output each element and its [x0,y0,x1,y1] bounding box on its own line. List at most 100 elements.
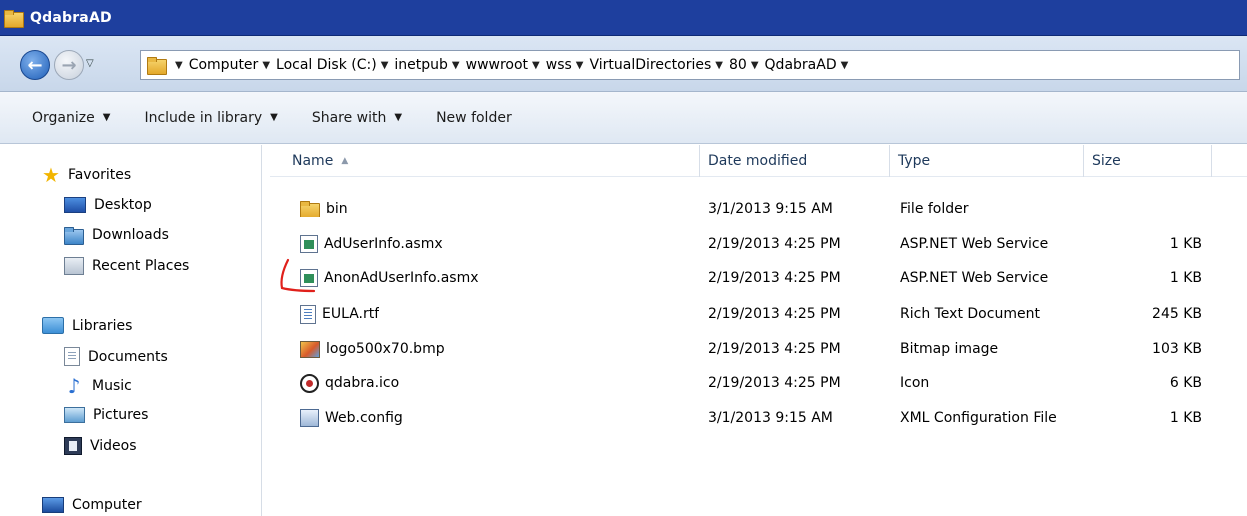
file-name: Web.config [325,410,403,426]
file-row[interactable]: Web.config 3/1/2013 9:15 AM XML Configur… [270,403,1210,433]
chevron-down-icon[interactable]: ▼ [532,60,540,71]
file-type: Icon [900,375,930,391]
nav-label: Libraries [72,317,133,334]
address-bar[interactable]: ▼ Computer ▼ Local Disk (C:) ▼ inetpub ▼ www… [140,50,1240,80]
column-header-date-modified[interactable]: Date modified [700,145,890,177]
downloads-icon [64,227,84,245]
qdabra-ico-file-icon [300,373,319,393]
file-row[interactable]: bin 3/1/2013 9:15 AM File folder [270,194,1210,224]
breadcrumb-label: wwwroot [465,57,529,73]
file-name: EULA.rtf [322,306,380,322]
file-row[interactable]: AnonAdUserInfo.asmx 2/19/2013 4:25 PM AS… [270,263,1210,293]
file-type: ASP.NET Web Service [900,236,1049,252]
breadcrumb: ▼ Computer ▼ Local Disk (C:) ▼ inetpub ▼ www… [175,57,858,73]
nav-label: Videos [90,438,137,454]
back-button[interactable]: ← [20,50,50,80]
breadcrumb-item[interactable]: ▼ inetpub [381,57,448,73]
file-size: 103 KB [1152,341,1202,357]
nav-libraries[interactable]: Libraries [42,317,132,334]
column-header-type[interactable]: Type [890,145,1084,177]
folder-icon [4,9,24,28]
file-name: qdabra.ico [325,375,400,391]
nav-downloads[interactable]: Downloads [64,227,169,245]
command-toolbar: Organize ▼ Include in library ▼ Share with… [0,92,1247,144]
nav-recent-places[interactable]: Recent Places [64,257,189,275]
star-icon: ★ [42,163,60,187]
file-date: 2/19/2013 4:25 PM [708,341,841,357]
include-in-library-label: Include in library [144,109,263,126]
computer-icon [42,497,64,513]
nav-label: Desktop [94,197,152,213]
nav-computer[interactable]: Computer [42,497,142,513]
breadcrumb-item[interactable]: ▼ 80 [715,57,747,73]
folder-icon [300,201,320,217]
nav-label: Documents [88,348,168,365]
file-type: Rich Text Document [900,306,1040,322]
window-title-bar: QdabraAD [0,0,1247,36]
breadcrumb-label: wss [545,57,572,73]
file-row[interactable]: AdUserInfo.asmx 2/19/2013 4:25 PM ASP.NE… [270,229,1210,259]
chevron-down-icon: ▼ [394,112,403,123]
recent-pages-dropdown[interactable]: ▽ [86,58,94,69]
chevron-down-icon[interactable]: ▼ [751,60,759,71]
breadcrumb-item[interactable]: ▼ wwwroot [452,57,528,73]
chevron-down-icon[interactable]: ▼ [715,60,723,71]
file-size: 1 KB [1169,410,1202,426]
nav-favorites[interactable]: ★ Favorites [42,165,131,185]
navigation-pane: ★ Favorites Desktop Downloads Recent Pla… [0,145,262,516]
file-size: 6 KB [1169,375,1202,391]
asmx-file-icon [300,235,318,253]
nav-pictures[interactable]: Pictures [64,407,148,423]
breadcrumb-item[interactable]: ▼ wss [532,57,572,73]
chevron-down-icon[interactable]: ▼ [841,60,849,71]
breadcrumb-label: inetpub [394,57,448,73]
chevron-down-icon[interactable]: ▼ [262,60,270,71]
breadcrumb-item[interactable]: ▼ QdabraAD [751,57,837,73]
file-date: 2/19/2013 4:25 PM [708,270,841,286]
file-type: XML Configuration File [900,410,1057,426]
column-header-label: Date modified [708,153,808,169]
include-in-library-button[interactable]: Include in library ▼ [144,110,277,126]
breadcrumb-label: QdabraAD [764,57,837,73]
column-header-name[interactable]: Name ▲ [270,145,700,177]
chevron-down-icon[interactable]: ▼ [576,60,584,71]
chevron-down-icon[interactable]: ▼ [381,60,389,71]
nav-music[interactable]: ♪ Music [64,376,132,396]
breadcrumb-item[interactable]: ▼ Computer [175,57,258,73]
nav-label: Computer [72,497,142,513]
file-size: 1 KB [1169,236,1202,252]
chevron-down-icon: ▼ [270,112,278,123]
column-header-label: Name [292,153,334,169]
address-row: ← → ▽ ▼ Computer ▼ Local Disk (C:) ▼ inetpu… [0,36,1247,92]
new-folder-button[interactable]: New folder [436,110,512,126]
window-title: QdabraAD [30,9,112,26]
chevron-down-icon: ▼ [102,112,111,123]
new-folder-label: New folder [436,109,512,126]
file-date: 2/19/2013 4:25 PM [708,375,841,391]
nav-documents[interactable]: Documents [64,347,168,366]
column-header-size[interactable]: Size [1084,145,1212,177]
forward-button[interactable]: → [54,50,84,80]
nav-label: Pictures [93,407,149,423]
file-row[interactable]: EULA.rtf 2/19/2013 4:25 PM Rich Text Doc… [270,299,1210,329]
nav-label: Favorites [67,167,132,183]
nav-label: Music [92,378,132,394]
file-row[interactable]: qdabra.ico 2/19/2013 4:25 PM Icon 6 KB [270,368,1210,398]
nav-desktop[interactable]: Desktop [64,197,152,213]
chevron-down-icon[interactable]: ▼ [452,60,460,71]
file-type: File folder [900,201,969,217]
breadcrumb-item[interactable]: ▼ VirtualDirectories [576,57,712,73]
folder-icon [147,57,167,75]
breadcrumb-item[interactable]: ▼ Local Disk (C:) [262,57,376,73]
column-header-label: Type [898,153,931,169]
file-row[interactable]: logo500x70.bmp 2/19/2013 4:25 PM Bitmap … [270,334,1210,364]
libraries-icon [42,317,64,334]
file-type: Bitmap image [900,341,999,357]
chevron-down-icon[interactable]: ▼ [175,60,183,71]
file-name: AnonAdUserInfo.asmx [324,270,479,286]
organize-button[interactable]: Organize ▼ [32,110,110,126]
share-with-button[interactable]: Share with ▼ [312,110,402,126]
breadcrumb-item[interactable]: ▼ [841,60,855,71]
nav-videos[interactable]: Videos [64,437,137,455]
share-with-label: Share with [311,109,387,126]
